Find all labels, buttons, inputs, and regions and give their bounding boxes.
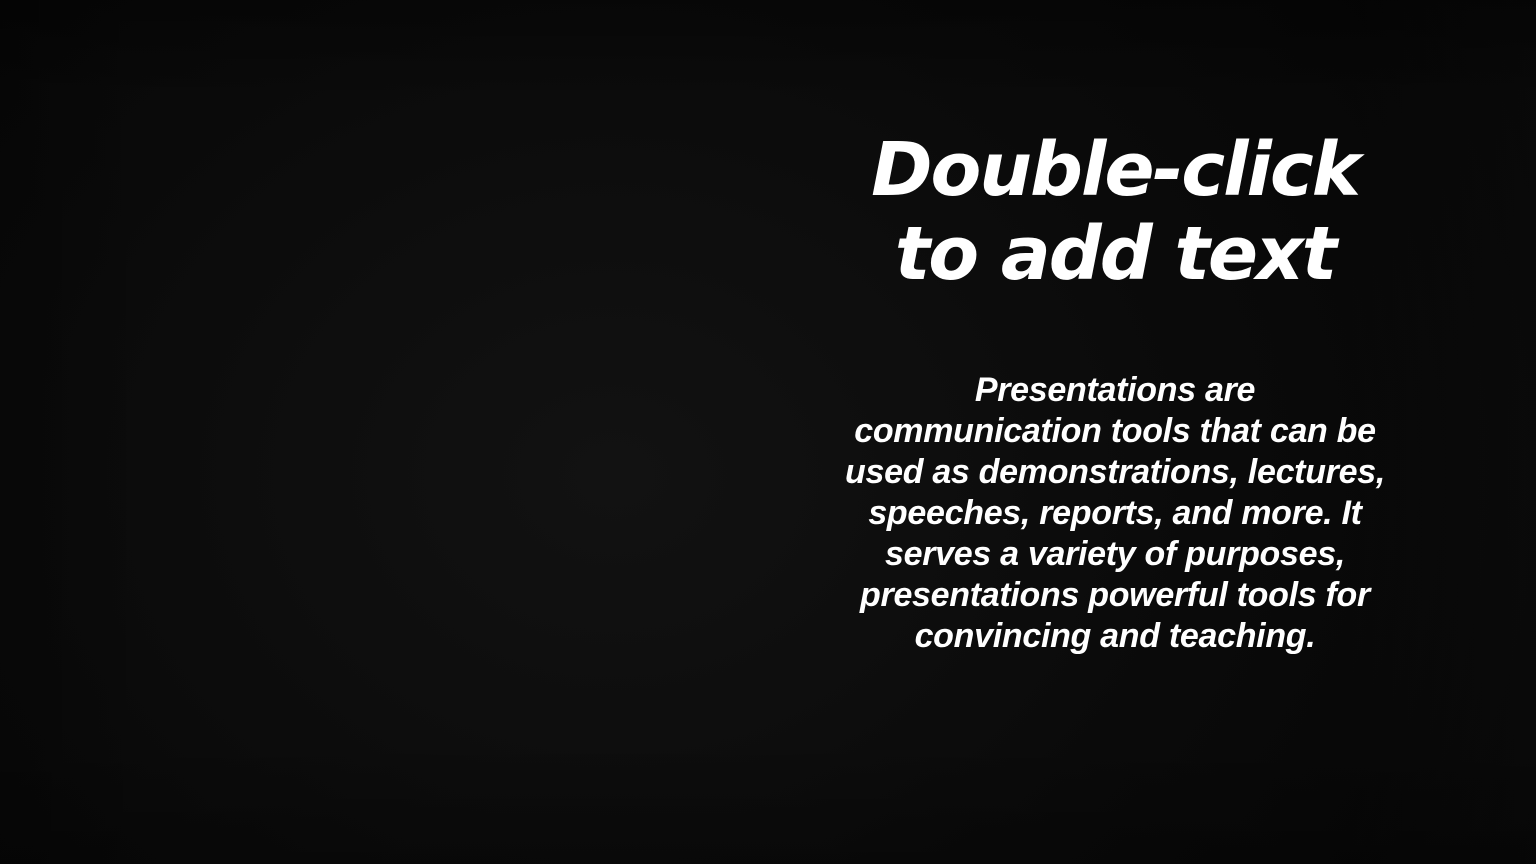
- slide-body-textbox[interactable]: Presentations are communication tools th…: [828, 370, 1402, 657]
- slide-title-textbox[interactable]: Double-click to add text: [820, 128, 1410, 296]
- body-line-5: serves a variety of purposes,: [885, 535, 1345, 573]
- body-line-3: used as demonstrations, lectures,: [845, 453, 1385, 491]
- body-line-4: speeches, reports, and more. It: [868, 494, 1362, 532]
- body-line-2: communication tools that can be: [854, 412, 1376, 450]
- title-line-1: Double-click: [871, 127, 1361, 213]
- body-line-7: convincing and teaching.: [914, 617, 1316, 655]
- body-line-1: Presentations are: [974, 371, 1256, 409]
- title-line-2: to add text: [894, 211, 1337, 297]
- body-line-6: presentations powerful tools for: [860, 576, 1370, 614]
- slide-canvas: Double-click to add text Presentations a…: [0, 0, 1536, 864]
